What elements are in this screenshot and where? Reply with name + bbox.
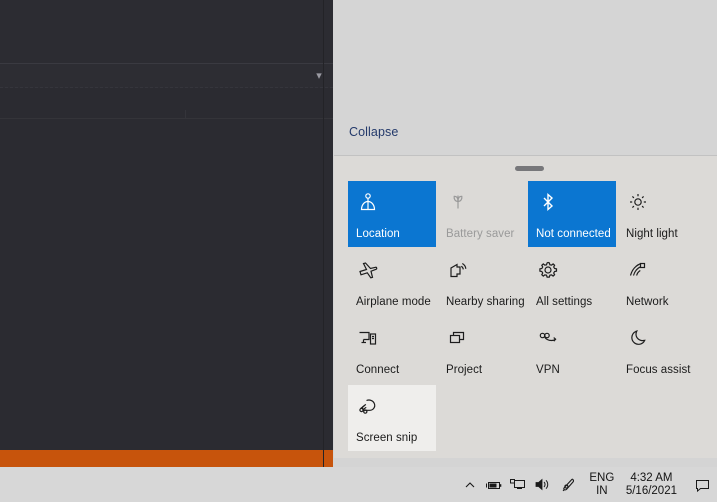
moon-icon — [626, 326, 650, 350]
language-indicator[interactable]: ENG IN — [584, 467, 620, 502]
project-icon — [446, 326, 470, 350]
quick-action-tile-all-settings[interactable]: All settings — [528, 249, 616, 315]
notifications-area: Collapse — [334, 0, 717, 155]
night-light-icon — [626, 190, 650, 214]
volume-icon[interactable] — [530, 467, 554, 502]
battery-saver-icon — [446, 190, 470, 214]
quick-action-tile-nearby-sharing[interactable]: Nearby sharing — [438, 249, 526, 315]
quick-action-tile-location[interactable]: Location — [348, 181, 436, 247]
quick-action-tile-label: VPN — [536, 364, 560, 376]
quick-action-tile-screen-snip[interactable]: Screen snip — [348, 385, 436, 451]
screen-snip-icon — [356, 394, 380, 418]
pen-ink-workspace-icon[interactable] — [554, 467, 584, 502]
connect-icon — [356, 326, 380, 350]
quick-action-tile-airplane-mode[interactable]: Airplane mode — [348, 249, 436, 315]
quick-action-tile-label: Network — [626, 296, 669, 308]
quick-action-tile-connect[interactable]: Connect — [348, 317, 436, 383]
clock-time: 4:32 AM — [630, 471, 673, 484]
quick-actions-grid: Location Battery saver Not connected Night … — [348, 181, 708, 453]
app-middle-pane — [0, 88, 333, 118]
vpn-icon — [536, 326, 560, 350]
quick-action-tile-vpn[interactable]: VPN — [528, 317, 616, 383]
app-toolbar-strip — [0, 64, 333, 88]
quick-action-tile-battery-saver[interactable]: Battery saver — [438, 181, 526, 247]
quick-action-tile-label: Not connected — [536, 228, 611, 240]
quick-action-tile-label: All settings — [536, 296, 593, 308]
screen: ▾ Collapse Location Battery saver Not conn… — [0, 0, 717, 502]
quick-action-tile-label: Project — [446, 364, 483, 376]
quick-action-tile-project[interactable]: Project — [438, 317, 526, 383]
clock[interactable]: 4:32 AM 5/16/2021 — [620, 467, 687, 502]
quick-action-tile-label: Airplane mode — [356, 296, 431, 308]
network-ethernet-icon[interactable] — [506, 467, 530, 502]
bluetooth-icon — [536, 190, 560, 214]
quick-action-tile-label: Screen snip — [356, 432, 418, 444]
app-content-area — [0, 119, 333, 450]
action-center-panel[interactable]: Collapse Location Battery saver Not connec… — [334, 0, 717, 458]
collapse-link[interactable]: Collapse — [349, 125, 398, 139]
app-accent-status-bar — [0, 450, 333, 467]
show-hidden-icons-chevron-icon[interactable] — [458, 467, 482, 502]
taskbar[interactable]: ENG IN 4:32 AM 5/16/2021 — [0, 467, 717, 502]
quick-action-tile-network[interactable]: Network — [618, 249, 706, 315]
quick-action-tile-label: Connect — [356, 364, 400, 376]
background-app-window[interactable]: ▾ — [0, 0, 333, 467]
quick-action-tile-night-light[interactable]: Night light — [618, 181, 706, 247]
quick-action-tile-label: Night light — [626, 228, 678, 240]
app-window-edge — [323, 0, 324, 467]
quick-action-tile-label: Battery saver — [446, 228, 515, 240]
action-center-notification-icon[interactable] — [687, 467, 717, 502]
battery-icon[interactable] — [482, 467, 506, 502]
location-icon — [356, 190, 380, 214]
airplane-icon — [356, 258, 380, 282]
quick-action-tile-label: Location — [356, 228, 400, 240]
gear-icon — [536, 258, 560, 282]
system-tray: ENG IN 4:32 AM 5/16/2021 — [458, 467, 717, 502]
quick-action-tile-label: Focus assist — [626, 364, 691, 376]
quick-actions-area: Location Battery saver Not connected Night … — [334, 156, 717, 458]
language-line-1: ENG — [589, 471, 615, 484]
nearby-sharing-icon — [446, 258, 470, 282]
clock-date: 5/16/2021 — [625, 484, 677, 497]
app-top-pane — [0, 0, 333, 64]
quick-action-tile-focus-assist[interactable]: Focus assist — [618, 317, 706, 383]
quick-action-tile-label: Nearby sharing — [446, 296, 525, 308]
network-wifi-icon — [626, 258, 650, 282]
quick-action-tile-not-connected[interactable]: Not connected — [528, 181, 616, 247]
resize-handle[interactable] — [515, 166, 544, 171]
language-line-2: IN — [596, 484, 608, 497]
